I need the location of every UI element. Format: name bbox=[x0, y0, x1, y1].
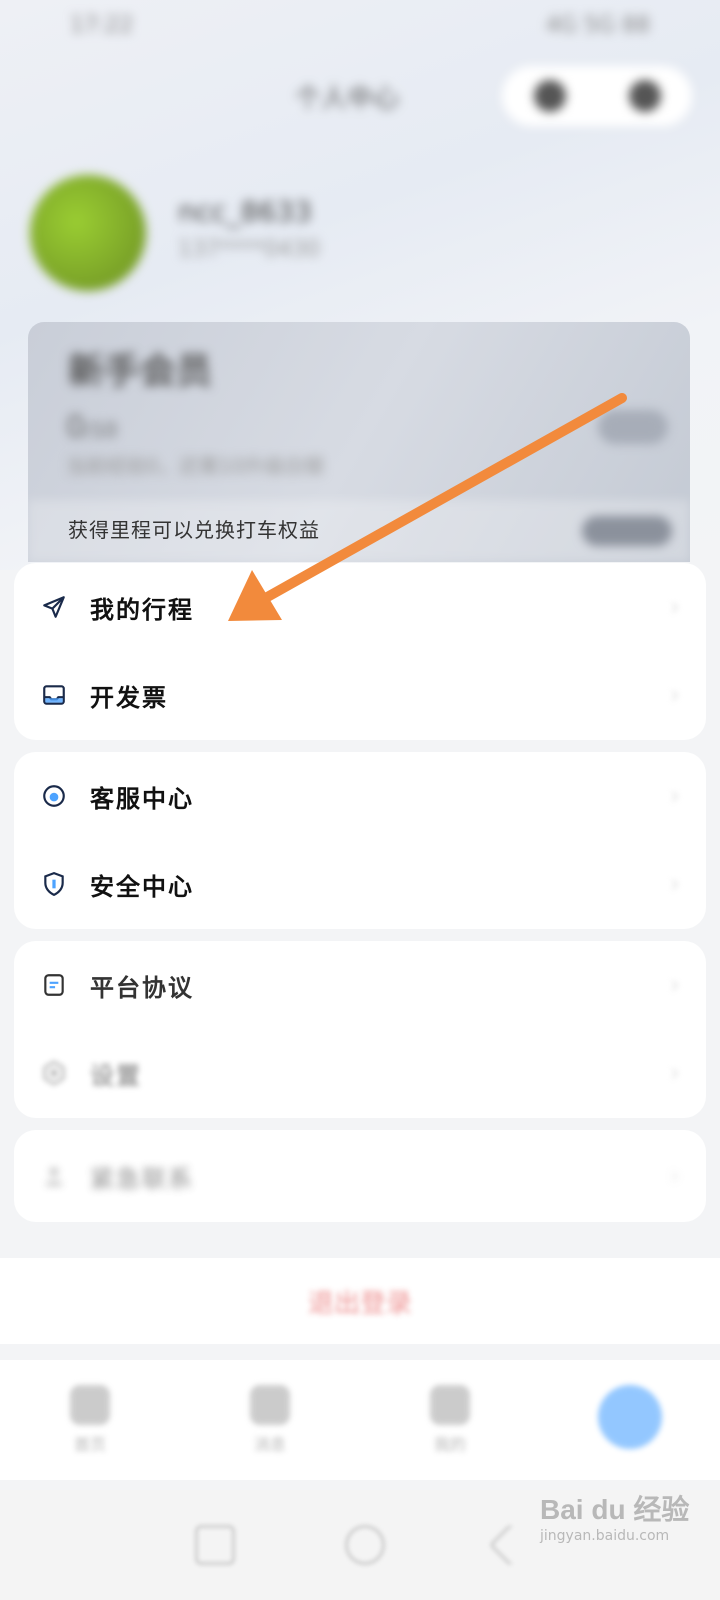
status-indicators: 4G 5G 88 bbox=[545, 12, 650, 38]
tab-assistant[interactable] bbox=[565, 1385, 695, 1455]
tab-label: 我的 bbox=[433, 1435, 466, 1454]
menu-item-safety-center[interactable]: 安全中心 › bbox=[14, 840, 706, 928]
logout-button[interactable]: 退出登录 bbox=[0, 1258, 720, 1344]
chevron-right-icon: › bbox=[669, 869, 680, 899]
menu-item-customer-service[interactable]: 客服中心 › bbox=[14, 752, 706, 840]
document-icon bbox=[40, 971, 68, 999]
tab-profile[interactable]: 我的 bbox=[385, 1385, 515, 1455]
chevron-right-icon: › bbox=[669, 1161, 680, 1191]
headset-icon bbox=[40, 782, 68, 810]
gear-icon bbox=[40, 1059, 68, 1087]
menu-card-trips: 我的行程 › 开发票 › bbox=[14, 563, 706, 740]
header-actions bbox=[502, 66, 692, 126]
menu-item-settings[interactable]: 设置 › bbox=[14, 1029, 706, 1117]
nickname: ncc_8633 bbox=[178, 195, 312, 228]
menu-item-label: 设置 bbox=[90, 1060, 142, 1090]
exchange-button[interactable] bbox=[582, 516, 672, 546]
back-button[interactable] bbox=[488, 1523, 532, 1567]
menu-item-label: 紧急联系 bbox=[90, 1163, 194, 1193]
home-icon bbox=[70, 1385, 110, 1425]
member-progress: 0/10 bbox=[66, 410, 117, 445]
chevron-right-icon: › bbox=[669, 970, 680, 1000]
send-icon bbox=[40, 593, 68, 621]
menu-item-label: 平台协议 bbox=[90, 972, 194, 1002]
member-progress-value: 0 bbox=[66, 410, 86, 445]
menu-item-label: 客服中心 bbox=[90, 783, 194, 813]
message-icon bbox=[250, 1385, 290, 1425]
inbox-icon bbox=[40, 681, 68, 709]
bottom-tab-bar: 首页 消息 我的 bbox=[0, 1360, 720, 1480]
shield-icon bbox=[40, 870, 68, 898]
menu-item-my-trips[interactable]: 我的行程 › bbox=[14, 563, 706, 651]
status-time: 17:22 bbox=[70, 12, 134, 38]
message-icon[interactable] bbox=[533, 80, 566, 112]
tab-home[interactable]: 首页 bbox=[25, 1385, 155, 1455]
page-title: 个人中心 bbox=[295, 84, 400, 114]
tab-label: 消息 bbox=[253, 1435, 286, 1454]
status-bar: 17:22 4G 5G 88 bbox=[0, 0, 720, 50]
member-title: 新手会员 bbox=[68, 351, 213, 392]
settings-icon[interactable] bbox=[628, 80, 661, 112]
profile-section[interactable]: ncc_8633 137****0430 bbox=[30, 175, 690, 295]
menu-item-label: 安全中心 bbox=[90, 871, 194, 901]
watermark-logo: Bai du 经验 bbox=[540, 1494, 690, 1525]
member-progress-total: /10 bbox=[85, 418, 118, 442]
menu-card-support: 客服中心 › 安全中心 › bbox=[14, 752, 706, 929]
logout-label: 退出登录 bbox=[307, 1288, 412, 1319]
user-icon bbox=[430, 1385, 470, 1425]
chevron-right-icon: › bbox=[669, 1058, 680, 1088]
member-mileage-text: 获得里程可以兑换打车权益 bbox=[68, 518, 320, 542]
menu-item-label: 开发票 bbox=[90, 682, 168, 712]
avatar[interactable] bbox=[30, 175, 146, 291]
menu-item-invoice[interactable]: 开发票 › bbox=[14, 651, 706, 739]
chevron-right-icon: › bbox=[669, 680, 680, 710]
tab-label: 首页 bbox=[73, 1435, 106, 1454]
member-badge bbox=[598, 410, 668, 444]
person-icon bbox=[40, 1162, 68, 1190]
tab-messages[interactable]: 消息 bbox=[205, 1385, 335, 1455]
header: 个人中心 bbox=[0, 60, 720, 130]
member-description: 当前经验0，还需10升级白银 bbox=[66, 454, 325, 478]
phone-number: 137****0430 bbox=[178, 237, 320, 262]
menu-card-emergency: 紧急联系 › bbox=[14, 1130, 706, 1222]
assistant-icon bbox=[598, 1385, 662, 1449]
menu-item-platform-agreement[interactable]: 平台协议 › bbox=[14, 941, 706, 1029]
watermark-url: jingyan.baidu.com bbox=[540, 1528, 670, 1544]
chevron-right-icon: › bbox=[669, 592, 680, 622]
menu-item-emergency-contact[interactable]: 紧急联系 › bbox=[14, 1132, 706, 1220]
chevron-right-icon: › bbox=[669, 781, 680, 811]
baidu-watermark: Bai du 经验 jingyan.baidu.com bbox=[540, 1488, 700, 1568]
home-button[interactable] bbox=[345, 1525, 385, 1565]
recent-apps-button[interactable] bbox=[195, 1525, 235, 1565]
menu-item-label: 我的行程 bbox=[90, 594, 194, 624]
menu-card-general: 平台协议 › 设置 › bbox=[14, 941, 706, 1118]
